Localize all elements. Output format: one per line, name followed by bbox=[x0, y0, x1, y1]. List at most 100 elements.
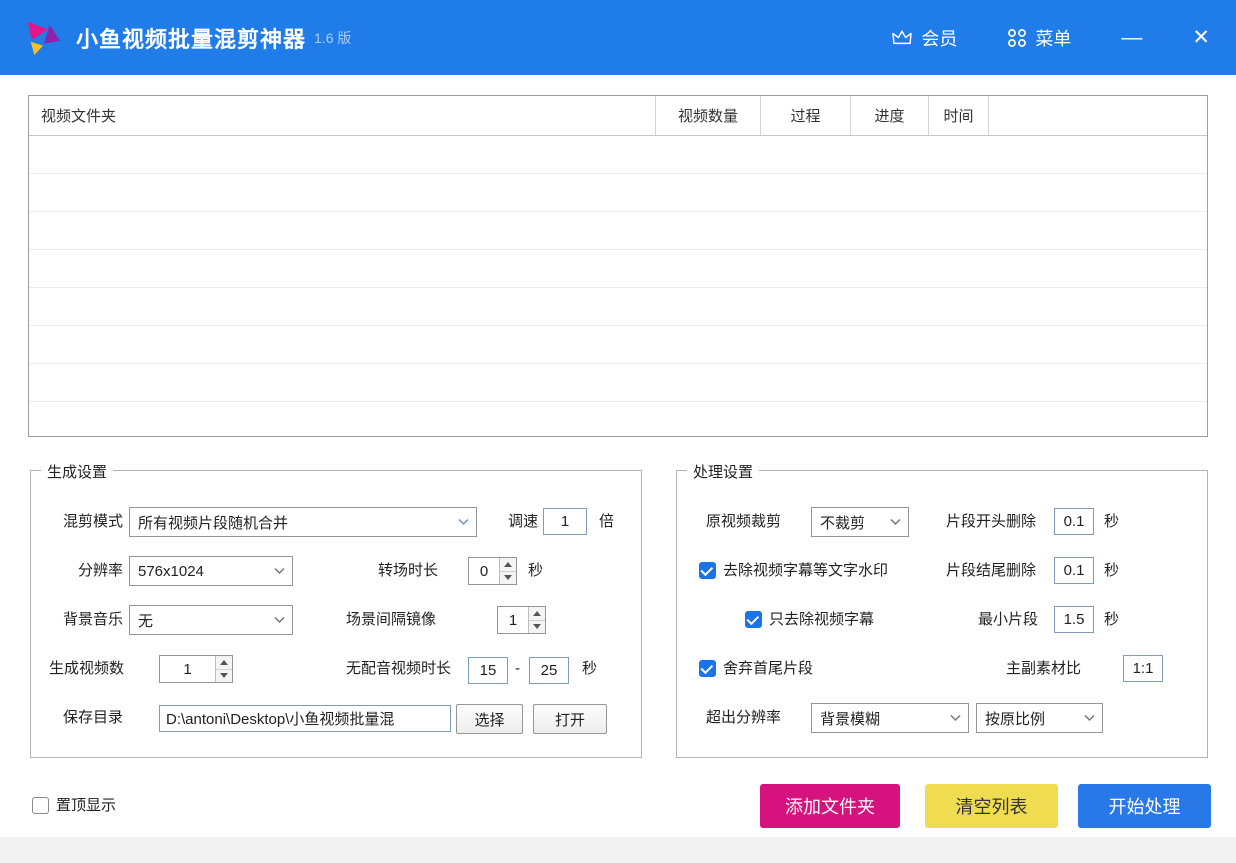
topmost-checkbox[interactable] bbox=[32, 797, 49, 814]
column-header-progress[interactable]: 进度 bbox=[851, 96, 929, 135]
spinner-up-button[interactable] bbox=[529, 607, 545, 620]
mirror-label: 场景间隔镜像 bbox=[346, 612, 436, 628]
duration-unit: 秒 bbox=[582, 661, 597, 677]
spinner-down-icon bbox=[533, 624, 541, 629]
minimize-button[interactable]: — bbox=[1121, 27, 1142, 48]
spinner-up-icon bbox=[504, 562, 512, 567]
column-header-time[interactable]: 时间 bbox=[929, 96, 989, 135]
member-button[interactable]: 会员 bbox=[891, 25, 957, 51]
chevron-down-icon bbox=[458, 519, 469, 526]
speed-input[interactable] bbox=[543, 508, 587, 535]
discard-ends-checkbox[interactable] bbox=[699, 660, 716, 677]
mix-mode-select[interactable]: 所有视频片段随机合并 bbox=[129, 507, 477, 537]
table-row bbox=[29, 212, 1207, 250]
processing-settings-group: 处理设置 原视频裁剪 不裁剪 片段开头删除 秒 去除视频字幕等文字水印 片段结尾… bbox=[676, 470, 1208, 758]
open-dir-button[interactable]: 打开 bbox=[533, 704, 607, 734]
titlebar: 小鱼视频批量混剪神器 1.6 版 会员 菜单 — ✕ bbox=[0, 0, 1236, 75]
spinner-up-button[interactable] bbox=[216, 656, 232, 669]
mirror-spinner[interactable] bbox=[497, 606, 546, 634]
min-clip-unit: 秒 bbox=[1104, 612, 1119, 628]
scale-mode-select[interactable]: 按原比例 bbox=[976, 703, 1103, 733]
member-label: 会员 bbox=[921, 25, 957, 51]
table-row bbox=[29, 402, 1207, 437]
start-processing-button[interactable]: 开始处理 bbox=[1078, 784, 1211, 828]
chevron-down-icon bbox=[274, 617, 285, 624]
material-ratio-label: 主副素材比 bbox=[1006, 661, 1081, 677]
overflow-select[interactable]: 背景模糊 bbox=[811, 703, 969, 733]
speed-label: 调速 bbox=[508, 514, 538, 530]
duration-max-input[interactable] bbox=[529, 657, 569, 684]
menu-button[interactable]: 菜单 bbox=[1007, 25, 1071, 51]
chevron-down-icon bbox=[1084, 715, 1095, 722]
mirror-input[interactable] bbox=[498, 607, 528, 633]
close-button[interactable]: ✕ bbox=[1192, 27, 1210, 48]
duration-separator: - bbox=[515, 661, 520, 677]
chevron-down-icon bbox=[950, 715, 961, 722]
resolution-value: 576x1024 bbox=[138, 563, 204, 580]
column-header-process[interactable]: 过程 bbox=[761, 96, 851, 135]
titlebar-actions: 会员 菜单 — ✕ bbox=[891, 25, 1236, 51]
app-logo-icon bbox=[24, 19, 62, 57]
processing-settings-legend: 处理设置 bbox=[687, 461, 759, 482]
spinner-down-button[interactable] bbox=[216, 669, 232, 683]
duration-min-input[interactable] bbox=[468, 657, 508, 684]
remove-watermark-checkbox[interactable] bbox=[699, 562, 716, 579]
bgm-value: 无 bbox=[138, 610, 153, 631]
scale-mode-value: 按原比例 bbox=[985, 708, 1045, 729]
crop-label: 原视频裁剪 bbox=[706, 514, 781, 530]
transition-unit: 秒 bbox=[528, 563, 543, 579]
spinner-down-button[interactable] bbox=[529, 620, 545, 634]
video-list-table: 视频文件夹 视频数量 过程 进度 时间 bbox=[28, 95, 1208, 437]
tail-trim-label: 片段结尾删除 bbox=[946, 563, 1036, 579]
generation-settings-legend: 生成设置 bbox=[41, 461, 113, 482]
mix-mode-label: 混剪模式 bbox=[63, 514, 123, 530]
column-header-folder[interactable]: 视频文件夹 bbox=[29, 96, 656, 135]
transition-input[interactable] bbox=[469, 558, 499, 584]
head-trim-label: 片段开头删除 bbox=[946, 514, 1036, 530]
spinner-down-icon bbox=[220, 673, 228, 678]
topmost-label[interactable]: 置顶显示 bbox=[56, 798, 116, 814]
app-title: 小鱼视频批量混剪神器 bbox=[76, 22, 306, 54]
chevron-down-icon bbox=[890, 519, 901, 526]
duration-label: 无配音视频时长 bbox=[346, 661, 451, 677]
spinner-down-button[interactable] bbox=[500, 571, 516, 585]
video-count-spinner[interactable] bbox=[159, 655, 233, 683]
overflow-label: 超出分辨率 bbox=[706, 710, 781, 726]
material-ratio-input[interactable] bbox=[1123, 655, 1163, 682]
select-dir-button[interactable]: 选择 bbox=[456, 704, 523, 734]
bgm-select[interactable]: 无 bbox=[129, 605, 293, 635]
bgm-label: 背景音乐 bbox=[63, 612, 123, 628]
crown-icon bbox=[891, 29, 913, 47]
grid-menu-icon bbox=[1007, 28, 1027, 48]
table-row bbox=[29, 250, 1207, 288]
table-row bbox=[29, 136, 1207, 174]
table-row bbox=[29, 174, 1207, 212]
generation-settings-group: 生成设置 混剪模式 所有视频片段随机合并 调速 倍 分辨率 576x1024 转… bbox=[30, 470, 642, 758]
column-header-spacer bbox=[989, 96, 1207, 135]
discard-ends-label[interactable]: 舍弃首尾片段 bbox=[723, 661, 813, 677]
min-clip-label: 最小片段 bbox=[978, 612, 1038, 628]
add-folder-button[interactable]: 添加文件夹 bbox=[760, 784, 900, 828]
app-window: 小鱼视频批量混剪神器 1.6 版 会员 菜单 — ✕ 视频文件夹 视频数量 过 bbox=[0, 0, 1236, 863]
clear-list-button[interactable]: 清空列表 bbox=[925, 784, 1058, 828]
tail-trim-input[interactable] bbox=[1054, 557, 1094, 584]
table-body bbox=[29, 136, 1207, 437]
menu-label: 菜单 bbox=[1035, 25, 1071, 51]
save-dir-input[interactable] bbox=[159, 705, 451, 732]
resolution-select[interactable]: 576x1024 bbox=[129, 556, 293, 586]
column-header-count[interactable]: 视频数量 bbox=[656, 96, 761, 135]
transition-spinner[interactable] bbox=[468, 557, 517, 585]
video-count-input[interactable] bbox=[160, 656, 215, 682]
crop-value: 不裁剪 bbox=[820, 512, 865, 533]
window-bottom-edge bbox=[0, 837, 1236, 863]
spinner-up-button[interactable] bbox=[500, 558, 516, 571]
table-row bbox=[29, 288, 1207, 326]
spinner-down-icon bbox=[504, 575, 512, 580]
app-version: 1.6 版 bbox=[314, 28, 351, 48]
min-clip-input[interactable] bbox=[1054, 606, 1094, 633]
head-trim-input[interactable] bbox=[1054, 508, 1094, 535]
crop-select[interactable]: 不裁剪 bbox=[811, 507, 909, 537]
only-subtitle-label[interactable]: 只去除视频字幕 bbox=[769, 612, 874, 628]
only-subtitle-checkbox[interactable] bbox=[745, 611, 762, 628]
remove-watermark-label[interactable]: 去除视频字幕等文字水印 bbox=[723, 563, 888, 579]
